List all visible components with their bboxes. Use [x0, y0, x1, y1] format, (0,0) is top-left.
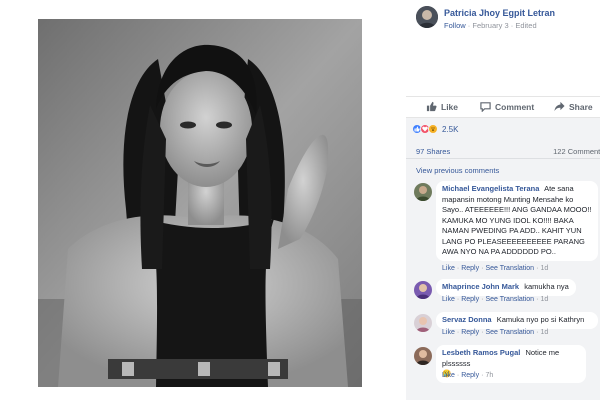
comment-time[interactable]: 1d: [540, 296, 548, 303]
see-translation-link[interactable]: See Translation: [485, 329, 534, 336]
commenter-avatar[interactable]: [414, 347, 432, 365]
comment-reply-link[interactable]: Reply: [461, 265, 479, 272]
comment-actions: Like · Reply · 7h: [442, 372, 494, 379]
comment-like-link[interactable]: Like: [442, 329, 455, 336]
comment-like-link[interactable]: Like: [442, 372, 455, 379]
comment-actions: Like · Reply · See Translation · 1d: [442, 296, 549, 303]
comment-reply-link[interactable]: Reply: [461, 372, 479, 379]
comment-like-link[interactable]: Like: [442, 265, 455, 272]
comment-time[interactable]: 7h: [485, 372, 493, 379]
post-header: Patricia Jhoy Egpit Letran Follow · Febr…: [416, 6, 600, 36]
share-button[interactable]: Share: [554, 101, 593, 112]
photo-viewer: [0, 0, 406, 400]
commenter-avatar[interactable]: [414, 281, 432, 299]
commenter-name[interactable]: Michael Evangelista Terana: [442, 184, 539, 193]
commenter-avatar-image: [414, 347, 432, 365]
speech-bubble-icon: [480, 102, 491, 112]
comment-bubble: Mhaprince John Mark kamukha nya: [436, 279, 576, 296]
like-button[interactable]: Like: [426, 101, 458, 112]
post-side-panel: Patricia Jhoy Egpit Letran Follow · Febr…: [406, 0, 600, 400]
comment-reply-link[interactable]: Reply: [461, 296, 479, 303]
comment-time[interactable]: 1d: [540, 265, 548, 272]
post-meta: Follow · February 3 · Edited: [444, 21, 537, 30]
comment-like-link[interactable]: Like: [442, 296, 455, 303]
view-previous-comments-link[interactable]: View previous comments: [416, 166, 499, 175]
comment-time[interactable]: 1d: [540, 329, 548, 336]
shares-count[interactable]: 97 Shares: [416, 147, 450, 156]
engagement-section: 2.5K 97 Shares 122 Comments View previou…: [406, 118, 600, 400]
commenter-avatar-image: [414, 281, 432, 299]
commenter-avatar[interactable]: [414, 314, 432, 332]
wow-reaction-icon: [428, 124, 438, 134]
commenter-avatar[interactable]: [414, 183, 432, 201]
commenter-avatar-image: [414, 314, 432, 332]
like-label: Like: [441, 101, 459, 112]
portrait-image: [38, 19, 362, 387]
comment-text: kamukha nya: [524, 282, 569, 291]
comment-label: Comment: [495, 101, 535, 112]
share-label: Share: [569, 101, 593, 112]
reaction-count: 2.5K: [442, 124, 459, 134]
thumbs-up-icon: [426, 101, 437, 112]
author-name[interactable]: Patricia Jhoy Egpit Letran: [444, 8, 555, 18]
edited-label[interactable]: Edited: [515, 21, 536, 30]
commenter-avatar-image: [414, 183, 432, 201]
post-date[interactable]: February 3: [472, 21, 508, 30]
meta-separator: ·: [467, 21, 471, 30]
comment-bubble: Michael Evangelista Terana Ate sana mapa…: [436, 181, 598, 261]
commenter-name[interactable]: Mhaprince John Mark: [442, 282, 519, 291]
see-translation-link[interactable]: See Translation: [485, 265, 534, 272]
comments-count[interactable]: 122 Comments: [553, 147, 600, 156]
share-comment-counts: 97 Shares 122 Comments: [406, 141, 600, 159]
commenter-name[interactable]: Lesbeth Ramos Pugal: [442, 348, 520, 357]
see-translation-link[interactable]: See Translation: [485, 296, 534, 303]
commenter-name[interactable]: Servaz Donna: [442, 315, 492, 324]
meta-separator: ·: [510, 21, 514, 30]
comment-bubble: Servaz Donna Kamuka nyo po si Kathryn: [436, 312, 598, 329]
comment-button[interactable]: Comment: [480, 101, 534, 112]
comment-text: Kamuka nyo po si Kathryn: [496, 315, 585, 324]
reactions-summary[interactable]: 2.5K: [412, 124, 458, 134]
post-photo[interactable]: [38, 19, 362, 387]
author-avatar-image: [416, 6, 438, 28]
comment-actions: Like · Reply · See Translation · 1d: [442, 265, 549, 272]
comment-actions: Like · Reply · See Translation · 1d: [442, 329, 549, 336]
share-arrow-icon: [554, 101, 565, 112]
post-action-bar: Like Comment Share: [406, 96, 600, 118]
follow-link[interactable]: Follow: [444, 21, 466, 30]
comment-reply-link[interactable]: Reply: [461, 329, 479, 336]
author-avatar[interactable]: [416, 6, 438, 28]
comment-text: Ate sana mapansin motong Munting Mensahe…: [442, 184, 592, 256]
